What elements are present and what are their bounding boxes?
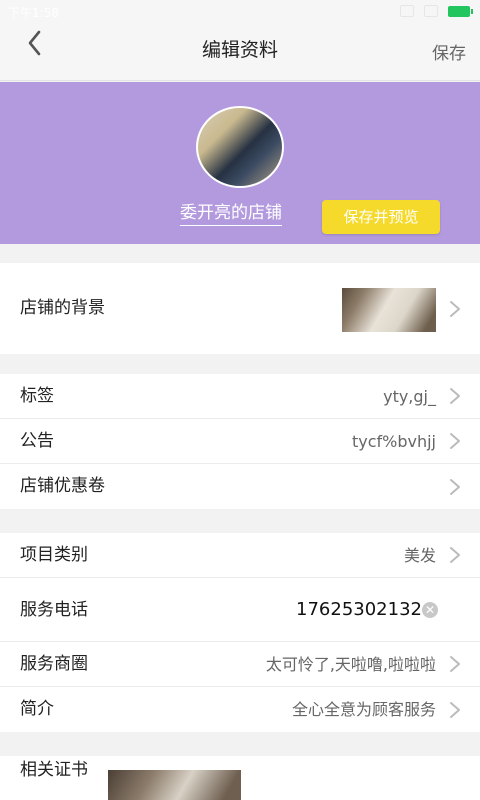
business-area-row[interactable]: 服务商圈 太可怜了,天啦噜,啦啦啦 bbox=[0, 642, 480, 687]
avatar[interactable] bbox=[196, 106, 284, 188]
service-section: 项目类别 美发 服务电话 17625302132 ✕ 服务商圈 太可怜了,天啦噜… bbox=[0, 533, 480, 732]
chevron-right-icon bbox=[448, 546, 462, 564]
row-label: 标签 bbox=[20, 386, 54, 406]
background-section: 店铺的背景 bbox=[0, 263, 480, 354]
alarm-icon bbox=[400, 5, 414, 17]
save-and-preview-button[interactable]: 保存并预览 bbox=[322, 200, 440, 234]
chevron-right-icon bbox=[448, 478, 462, 496]
intro-row[interactable]: 简介 全心全意为顾客服务 bbox=[0, 687, 480, 732]
info-section: 标签 yty,gj_ 公告 tycf%bvhjj 店铺优惠卷 bbox=[0, 374, 480, 509]
phone-input[interactable]: 17625302132 bbox=[296, 578, 422, 642]
row-label: 店铺优惠卷 bbox=[20, 476, 105, 496]
chevron-right-icon bbox=[448, 300, 462, 318]
notice-row[interactable]: 公告 tycf%bvhjj bbox=[0, 419, 480, 464]
certificate-thumbnail[interactable] bbox=[108, 770, 241, 800]
edit-profile-screen: 下午1:58 编辑资料 保存 委开亮的店铺 保存并预览 店铺的背景 标签 yty… bbox=[0, 0, 480, 800]
row-value: 太可怜了,天啦噜,啦啦啦 bbox=[265, 655, 436, 674]
page-title: 编辑资料 bbox=[201, 39, 278, 61]
wifi-icon bbox=[424, 5, 438, 17]
chevron-right-icon bbox=[448, 432, 462, 450]
coupon-row[interactable]: 店铺优惠卷 bbox=[0, 464, 480, 509]
nav-bar: 编辑资料 保存 bbox=[0, 24, 480, 81]
background-thumbnail bbox=[342, 288, 436, 332]
row-value: yty,gj_ bbox=[383, 387, 436, 406]
battery-icon bbox=[448, 5, 473, 17]
save-button[interactable]: 保存 bbox=[432, 39, 466, 64]
profile-banner: 委开亮的店铺 保存并预览 bbox=[0, 82, 480, 244]
phone-row: 服务电话 17625302132 ✕ bbox=[0, 578, 480, 642]
shop-background-row[interactable]: 店铺的背景 bbox=[0, 263, 480, 354]
row-value: tycf%bvhjj bbox=[351, 432, 436, 451]
shop-name[interactable]: 委开亮的店铺 bbox=[180, 202, 282, 226]
status-icons bbox=[400, 5, 473, 17]
row-label: 服务商圈 bbox=[20, 654, 88, 674]
category-row[interactable]: 项目类别 美发 bbox=[0, 533, 480, 578]
row-label: 项目类别 bbox=[20, 545, 88, 565]
status-time: 下午1:58 bbox=[8, 6, 59, 20]
chevron-right-icon bbox=[448, 655, 462, 673]
row-label: 公告 bbox=[20, 431, 54, 451]
certificate-section: 相关证书 bbox=[0, 756, 480, 800]
row-label: 简介 bbox=[20, 699, 54, 719]
chevron-right-icon bbox=[448, 387, 462, 405]
chevron-right-icon bbox=[448, 701, 462, 719]
tag-row[interactable]: 标签 yty,gj_ bbox=[0, 374, 480, 419]
clear-icon[interactable]: ✕ bbox=[422, 602, 438, 618]
certificate-label: 相关证书 bbox=[20, 760, 88, 780]
status-bar: 下午1:58 bbox=[0, 0, 480, 24]
row-value: 美发 bbox=[403, 546, 436, 565]
row-label: 店铺的背景 bbox=[20, 298, 105, 318]
row-label: 服务电话 bbox=[20, 600, 88, 620]
row-value: 全心全意为顾客服务 bbox=[291, 700, 436, 719]
